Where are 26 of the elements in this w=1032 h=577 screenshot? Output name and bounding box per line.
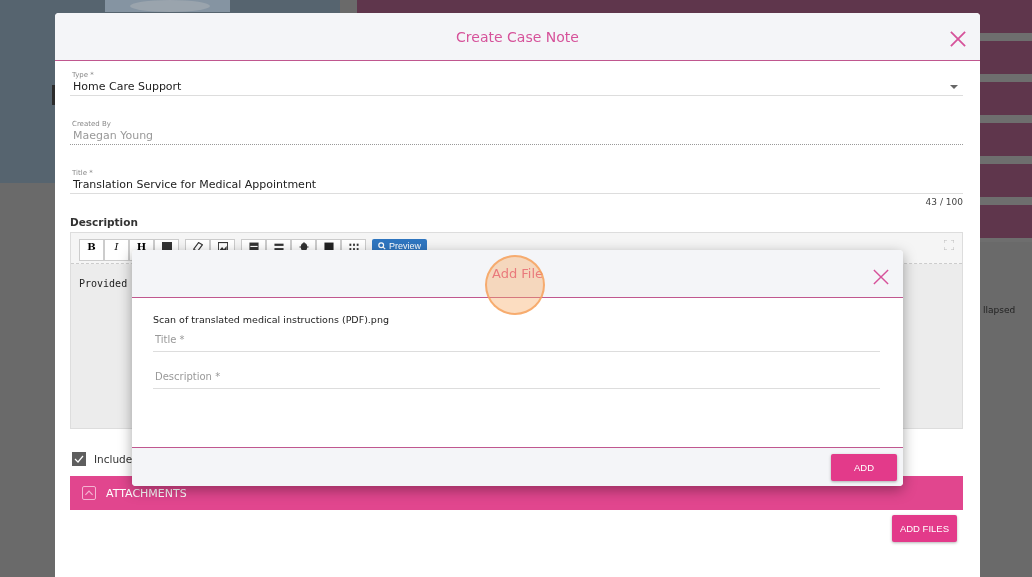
- caret-icon: [950, 84, 958, 89]
- description-label: Description: [70, 216, 139, 228]
- editor-text: Provided: [79, 278, 128, 289]
- eraser-icon: [192, 241, 203, 252]
- checkbox[interactable]: [72, 452, 86, 466]
- list-icon: [273, 241, 284, 252]
- close-icon[interactable]: [873, 269, 889, 285]
- type-select[interactable]: Home Care Support: [70, 79, 963, 96]
- grid-icon: [348, 241, 359, 252]
- add-button[interactable]: ADD: [831, 453, 897, 481]
- dialog-title: Create Case Note: [456, 28, 579, 45]
- format-button[interactable]: I: [104, 238, 129, 261]
- square-icon: [323, 241, 334, 252]
- click-highlight: [485, 255, 545, 315]
- title-field[interactable]: Translation Service for Medical Appointment: [70, 177, 963, 194]
- character-counter: 43 / 100: [924, 197, 963, 207]
- add-files-button[interactable]: ADD FILES: [891, 515, 957, 542]
- field-value: Translation Service for Medical Appointment: [73, 178, 318, 191]
- field-value: Maegan Young: [73, 129, 155, 142]
- checkbox-label: Include: [94, 453, 133, 465]
- field-value: Home Care Support: [73, 80, 183, 93]
- collapsed-label: llapsed: [983, 305, 1016, 315]
- attachments-title: ATTACHMENTS: [106, 486, 187, 500]
- close-icon[interactable]: [950, 31, 966, 47]
- format-button[interactable]: B: [79, 238, 104, 261]
- file-name: Scan of translated medical instructions (PDF).png: [153, 314, 390, 325]
